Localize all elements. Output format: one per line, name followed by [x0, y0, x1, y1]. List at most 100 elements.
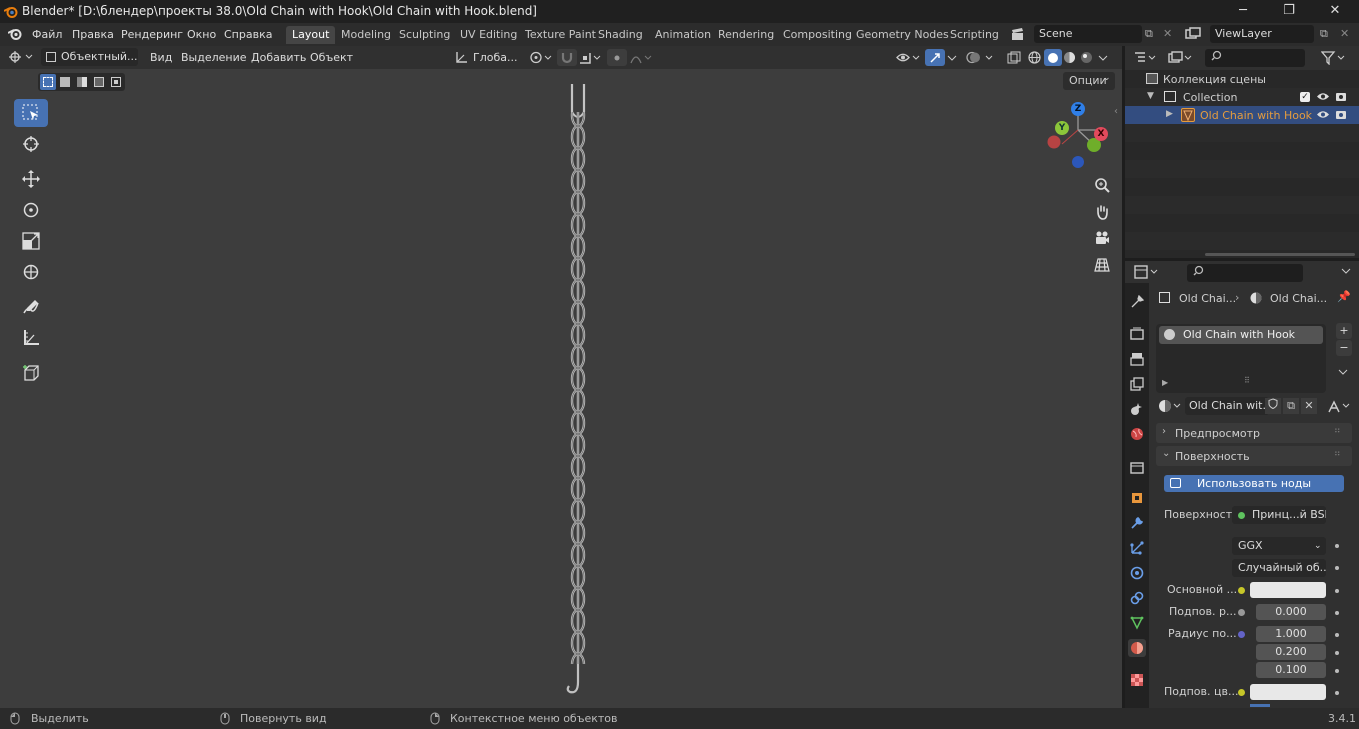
transform-orientation-selector[interactable]: Глоба... — [473, 51, 517, 64]
collection-tab-icon[interactable] — [1128, 458, 1146, 476]
navigation-gizmo[interactable]: X Y Z — [1040, 98, 1116, 174]
3d-viewport[interactable]: Объектный... Вид Выделение Добавить Объе… — [0, 46, 1122, 708]
view-layer-icon[interactable] — [1185, 27, 1201, 44]
shading-rendered-icon[interactable] — [1080, 51, 1093, 67]
viewport-options-dropdown[interactable]: Опции ⌄ — [1063, 72, 1115, 90]
perspective-ortho-grid-icon[interactable] — [1091, 254, 1113, 276]
keyframe-dot[interactable] — [1335, 669, 1339, 673]
select-extend-icon[interactable] — [57, 74, 73, 90]
shading-wireframe-icon[interactable] — [1028, 51, 1041, 67]
tool-add-cube[interactable] — [14, 359, 48, 387]
workspace-tab-compositing[interactable]: Compositing — [777, 26, 858, 44]
material-slot-item[interactable]: Old Chain with Hook — [1159, 326, 1323, 344]
tool-transform[interactable] — [14, 258, 48, 286]
blender-menu-icon[interactable] — [7, 27, 22, 43]
camera-render-icon[interactable] — [1335, 109, 1347, 123]
keyframe-dot[interactable] — [1335, 651, 1339, 655]
workspace-tab-texture-paint[interactable]: Texture Paint — [519, 26, 602, 44]
tool-move[interactable] — [14, 165, 48, 193]
browse-material-icon[interactable] — [1158, 399, 1184, 416]
material-link-selector-icon[interactable] — [1327, 399, 1353, 416]
tool-tab-icon[interactable] — [1128, 293, 1146, 311]
keyframe-dot[interactable] — [1335, 544, 1339, 548]
use-nodes-button[interactable]: Использовать ноды — [1164, 475, 1344, 492]
workspace-tab-modeling[interactable]: Modeling — [335, 26, 397, 44]
breadcrumb-object[interactable]: Old Chai... — [1179, 292, 1236, 305]
viewport-menu-view[interactable]: Вид — [150, 51, 172, 64]
exclude-checkbox[interactable]: ✓ — [1300, 92, 1310, 102]
scene-selector[interactable]: Scene — [1034, 25, 1142, 43]
tool-cursor[interactable] — [14, 130, 48, 158]
keyframe-dot[interactable] — [1335, 589, 1339, 593]
view-layer-tab-icon[interactable] — [1128, 375, 1146, 393]
workspace-tab-geometry-nodes[interactable]: Geometry Nodes — [850, 26, 955, 44]
shading-material-preview-icon[interactable] — [1063, 51, 1076, 67]
material-name-field[interactable]: Old Chain wit... — [1185, 397, 1269, 415]
workspace-tab-rendering[interactable]: Rendering — [712, 26, 780, 44]
display-mode-icon[interactable] — [1168, 51, 1192, 68]
properties-options-chevron-icon[interactable] — [1341, 265, 1351, 280]
workspace-tab-scripting[interactable]: Scripting — [944, 26, 1005, 44]
base-color-swatch[interactable] — [1250, 582, 1326, 598]
modifiers-wrench-icon[interactable] — [1128, 514, 1146, 532]
color-socket-dot[interactable] — [1238, 689, 1245, 696]
keyframe-dot[interactable] — [1335, 611, 1339, 615]
delete-scene-icon[interactable]: ✕ — [1163, 27, 1172, 40]
particles-tab-icon[interactable] — [1128, 539, 1146, 557]
menu-edit[interactable]: Правка — [72, 28, 114, 41]
filter-icon[interactable] — [1320, 51, 1347, 68]
snap-toggle-magnet-icon[interactable] — [557, 49, 577, 66]
tool-select-box[interactable] — [14, 99, 48, 127]
new-scene-icon[interactable]: ⧉ — [1145, 27, 1153, 41]
eye-icon[interactable] — [1317, 91, 1329, 105]
outliner-scrollbar[interactable] — [1205, 253, 1355, 256]
menu-window[interactable]: Окно — [187, 28, 216, 41]
gizmo-z-axis[interactable]: Z — [1071, 102, 1085, 116]
outliner-search-input[interactable] — [1205, 49, 1305, 67]
panel-drag-grip-icon[interactable]: ⠶ — [1334, 449, 1341, 459]
output-tab-icon[interactable] — [1128, 350, 1146, 368]
outliner-row-object[interactable]: ▶ Old Chain with Hook — [1125, 106, 1359, 124]
viewport-menu-object[interactable]: Объект — [310, 51, 353, 64]
object-tab-icon[interactable] — [1128, 489, 1146, 507]
gizmo-toggle-icon[interactable] — [925, 49, 945, 66]
delete-view-layer-icon[interactable]: ✕ — [1340, 27, 1349, 40]
shading-solid-icon[interactable] — [1044, 49, 1062, 66]
visibility-selectability-icon[interactable] — [896, 51, 920, 67]
duplicate-material-icon[interactable]: ⧉ — [1283, 398, 1299, 414]
color-socket-dot[interactable] — [1238, 587, 1245, 594]
minimize-button[interactable]: ─ — [1220, 0, 1266, 23]
subsurface-method-dropdown[interactable]: Случайный об... — [1232, 559, 1326, 577]
pivot-point-icon[interactable] — [530, 51, 552, 67]
list-resize-grip-icon[interactable]: ⠿ — [1244, 376, 1250, 385]
panel-drag-grip-icon[interactable]: ⠶ — [1334, 426, 1341, 436]
breadcrumb-material[interactable]: Old Chai... — [1270, 292, 1327, 305]
mode-selector[interactable]: Объектный... — [41, 48, 138, 66]
gizmo-y-axis[interactable]: Y — [1055, 121, 1069, 135]
physics-tab-icon[interactable] — [1128, 564, 1146, 582]
menu-help[interactable]: Справка — [224, 28, 272, 41]
select-invert-icon[interactable] — [91, 74, 107, 90]
subsurface-radius-z-field[interactable]: 0.100 — [1256, 662, 1326, 678]
keyframe-dot[interactable] — [1335, 633, 1339, 637]
render-tab-icon[interactable] — [1128, 325, 1146, 343]
shading-dropdown-icon[interactable] — [1098, 51, 1108, 67]
subsurface-value-field[interactable]: 0.000 — [1256, 604, 1326, 620]
expand-triangle-right-icon[interactable]: ▶ — [1166, 109, 1173, 119]
scene-icon[interactable] — [1010, 27, 1026, 44]
pan-view-hand-icon[interactable] — [1091, 201, 1113, 223]
menu-file[interactable]: Файл — [32, 28, 62, 41]
keyframe-dot[interactable] — [1335, 691, 1339, 695]
editor-type-icon[interactable] — [9, 50, 33, 67]
workspace-tab-uv-editing[interactable]: UV Editing — [454, 26, 523, 44]
old-chain-with-hook-mesh[interactable] — [560, 82, 596, 704]
pin-icon[interactable]: 📌 — [1337, 290, 1351, 303]
world-tab-icon[interactable] — [1128, 425, 1146, 443]
tool-scale[interactable] — [14, 227, 48, 255]
eye-icon[interactable] — [1317, 109, 1329, 123]
select-new-icon[interactable] — [40, 74, 56, 90]
keyframe-dot[interactable] — [1335, 566, 1339, 570]
workspace-tab-sculpting[interactable]: Sculpting — [393, 26, 456, 44]
slot-specials-chevron-icon[interactable] — [1338, 366, 1348, 381]
workspace-tab-animation[interactable]: Animation — [649, 26, 717, 44]
